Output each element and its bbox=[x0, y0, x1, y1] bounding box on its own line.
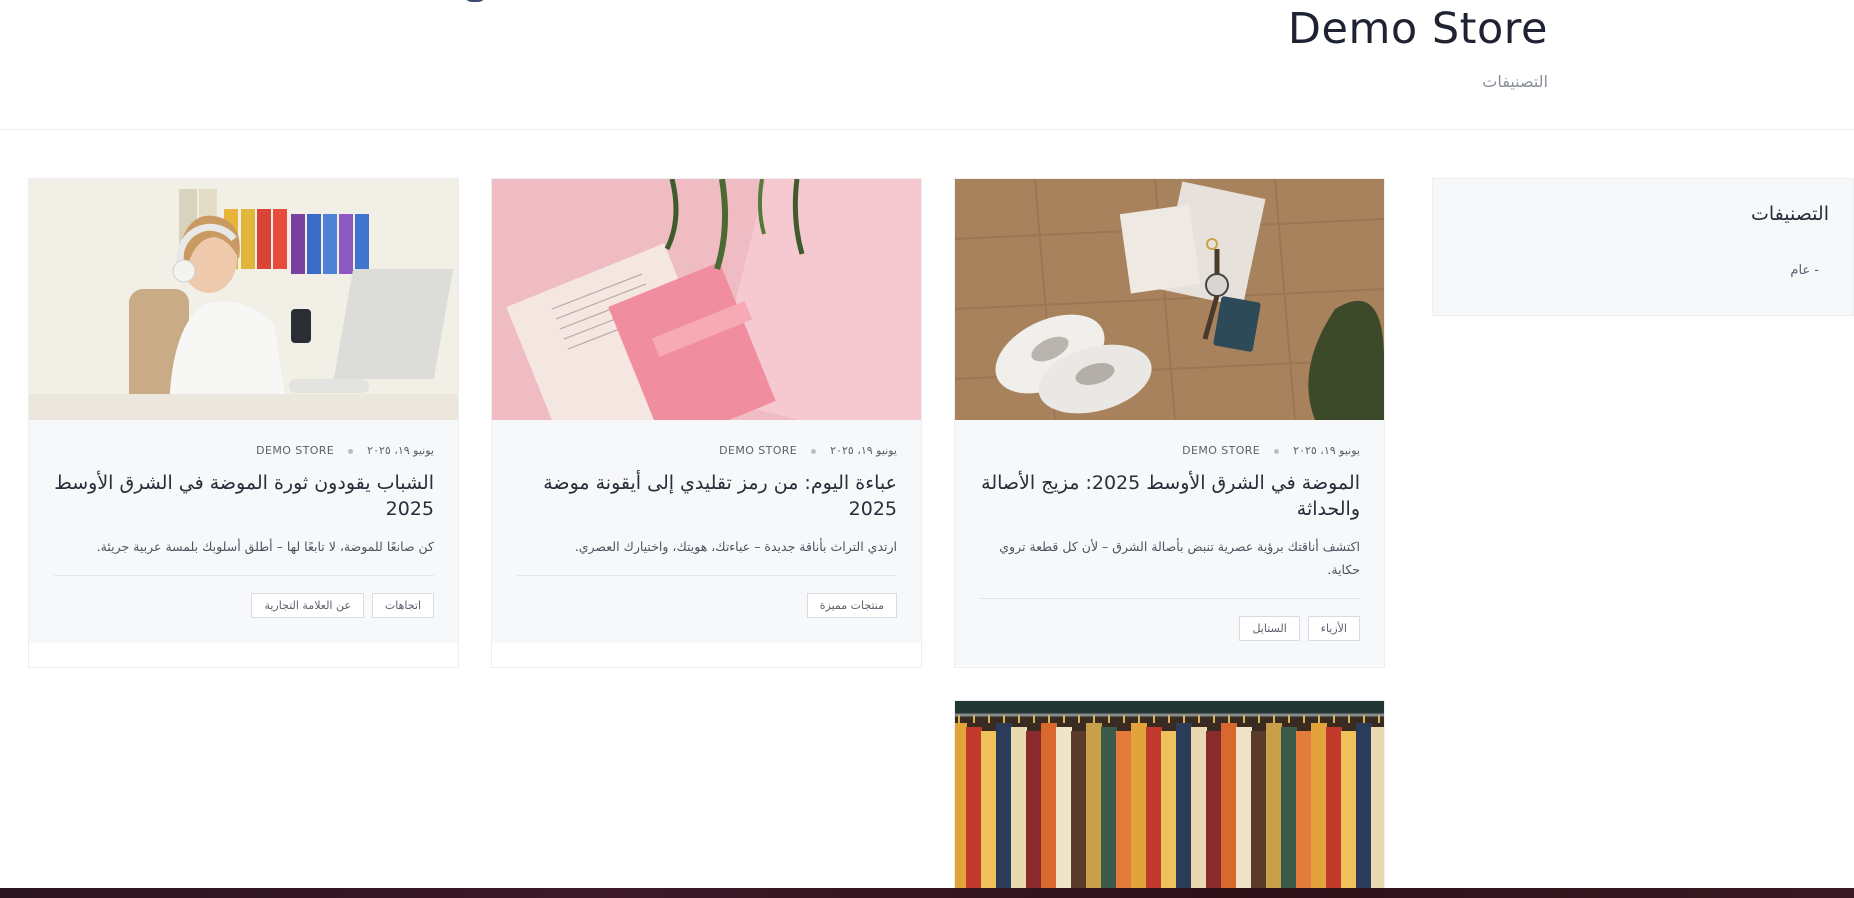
garment-shape bbox=[1101, 727, 1117, 898]
post-meta: يونيو ١٩، ٢٠٢٥ DEMO STORE bbox=[719, 444, 897, 457]
category-item-general[interactable]: - عام bbox=[1790, 263, 1819, 278]
garment-shape bbox=[1131, 723, 1147, 898]
garment-shape bbox=[1371, 727, 1384, 898]
store-title[interactable]: Demo Store bbox=[1288, 4, 1548, 54]
garment-shape bbox=[1071, 731, 1087, 898]
garment-shape bbox=[1251, 731, 1267, 898]
post-thumbnail-woman-headphones[interactable] bbox=[29, 179, 458, 420]
garment-shape bbox=[1221, 723, 1237, 898]
tag-style[interactable]: الستايل bbox=[1239, 616, 1300, 641]
garment-shape bbox=[1146, 727, 1162, 898]
divider bbox=[980, 598, 1360, 599]
post-title[interactable]: الشباب يقودون ثورة الموضة في الشرق الأوس… bbox=[54, 470, 434, 522]
garment-shape bbox=[955, 723, 967, 898]
garment-shape bbox=[981, 731, 997, 898]
garment-shape bbox=[1161, 731, 1177, 898]
post-author[interactable]: DEMO STORE bbox=[719, 444, 797, 457]
garment-shape bbox=[1356, 723, 1372, 898]
separator-dot bbox=[811, 448, 817, 454]
tag-fashion[interactable]: الأزياء bbox=[1307, 616, 1360, 641]
post-body: يونيو ١٩، ٢٠٢٥ DEMO STORE الشباب يقودون ث… bbox=[29, 420, 458, 643]
post-title[interactable]: الموضة في الشرق الأوسط 2025: مزيج الأصال… bbox=[980, 470, 1360, 522]
post-thumbnail-sneakers[interactable] bbox=[955, 179, 1384, 420]
tag-featured-products[interactable]: منتجات مميزة bbox=[806, 593, 897, 618]
separator-dot bbox=[1274, 448, 1280, 454]
garment-shape bbox=[1041, 723, 1057, 898]
post-excerpt: ارتدي التراث بأناقة جديدة – عباءتك، هويت… bbox=[574, 539, 897, 554]
post-tags: الأزياء الستايل bbox=[1239, 616, 1360, 641]
garment-shape bbox=[1011, 727, 1027, 898]
post-author[interactable]: DEMO STORE bbox=[256, 444, 334, 457]
garment-shape bbox=[1236, 727, 1252, 898]
garment-shape bbox=[1191, 727, 1207, 898]
garment-shape bbox=[1341, 731, 1357, 898]
tag-trends[interactable]: اتجاهات bbox=[371, 593, 434, 618]
post-tags: منتجات مميزة bbox=[806, 593, 897, 618]
garment-shape bbox=[1281, 727, 1297, 898]
categories-widget: التصنيفات - عام bbox=[1432, 178, 1854, 316]
garment-shape bbox=[1176, 723, 1192, 898]
garment-shape bbox=[996, 723, 1012, 898]
blog-post-card: يونيو ١٩، ٢٠٢٥ DEMO STORE عباءة اليوم: من… bbox=[491, 178, 922, 668]
post-date: يونيو ١٩، ٢٠٢٥ bbox=[367, 444, 434, 457]
garment-shape bbox=[1296, 731, 1312, 898]
footer-band bbox=[0, 888, 1854, 898]
garment-shape bbox=[1116, 731, 1132, 898]
garment-shape bbox=[1056, 727, 1072, 898]
post-thumbnail-clothing-rack[interactable] bbox=[955, 701, 1384, 898]
post-excerpt: كن صانعًا للموضة، لا تابعًا لها – أطلق أ… bbox=[96, 539, 434, 554]
blog-post-card: يونيو ١٩، ٢٠٢٥ DEMO STORE الشباب يقودون ث… bbox=[28, 178, 459, 668]
garment-shape bbox=[1326, 727, 1342, 898]
post-excerpt: اكتشف أناقتك برؤية عصرية تنبض بأصالة الش… bbox=[999, 539, 1360, 577]
post-meta: يونيو ١٩، ٢٠٢٥ DEMO STORE bbox=[256, 444, 434, 457]
garment-shape bbox=[1266, 723, 1282, 898]
breadcrumb[interactable]: التصنيفات bbox=[1482, 72, 1548, 91]
garment-shape bbox=[1086, 723, 1102, 898]
garment-shape bbox=[966, 727, 982, 898]
blog-post-card bbox=[954, 700, 1385, 898]
post-thumbnail-pink-notebook[interactable] bbox=[492, 179, 921, 420]
tag-about-brand[interactable]: عن العلامة التجارية bbox=[251, 593, 364, 618]
divider bbox=[54, 575, 434, 576]
post-date: يونيو ١٩، ٢٠٢٥ bbox=[1293, 444, 1360, 457]
garment-shape bbox=[1206, 731, 1222, 898]
post-title[interactable]: عباءة اليوم: من رمز تقليدي إلى أيقونة مو… bbox=[517, 470, 897, 522]
post-meta: يونيو ١٩، ٢٠٢٥ DEMO STORE bbox=[1182, 444, 1360, 457]
post-author[interactable]: DEMO STORE bbox=[1182, 444, 1260, 457]
divider bbox=[517, 575, 897, 576]
separator-dot bbox=[348, 448, 354, 454]
garment-shape bbox=[1026, 731, 1042, 898]
post-body: يونيو ١٩، ٢٠٢٥ DEMO STORE عباءة اليوم: من… bbox=[492, 420, 921, 643]
post-date: يونيو ١٩، ٢٠٢٥ bbox=[830, 444, 897, 457]
header-logo-fragment bbox=[464, 0, 486, 2]
site-header: Demo Store التصنيفات bbox=[0, 0, 1854, 130]
blog-post-card: يونيو ١٩، ٢٠٢٥ DEMO STORE الموضة في الشرق… bbox=[954, 178, 1385, 668]
categories-widget-title: التصنيفات bbox=[1750, 203, 1829, 225]
post-tags: اتجاهات عن العلامة التجارية bbox=[251, 593, 434, 618]
post-body: يونيو ١٩، ٢٠٢٥ DEMO STORE الموضة في الشرق… bbox=[955, 420, 1384, 666]
garment-shape bbox=[1311, 723, 1327, 898]
